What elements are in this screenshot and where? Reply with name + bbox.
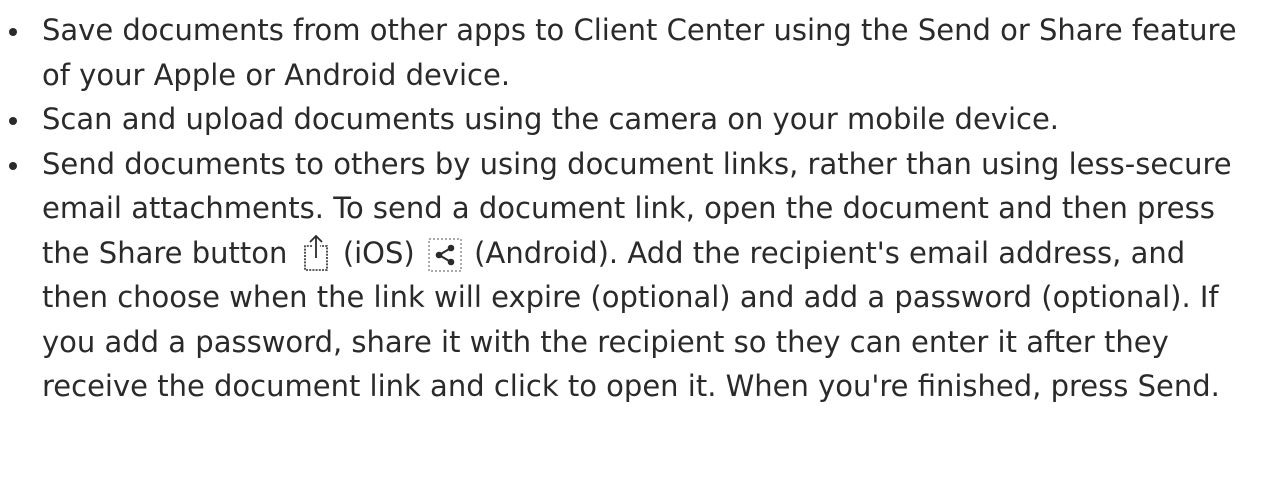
item-text: Scan and upload documents using the came… [42,102,1060,136]
android-label: (Android). [474,235,619,270]
bullet-icon [9,161,17,170]
item-text: Save documents from other apps to Client… [42,13,1237,92]
bullet-icon [9,117,17,125]
bullet-icon [9,28,17,36]
list-item: Scan and upload documents using the came… [0,97,1255,142]
list-item: Save documents from other apps to Client… [0,8,1255,97]
list-item: Send documents to others by using docume… [0,142,1255,409]
share-android-icon [428,237,462,272]
share-ios-icon [301,234,331,272]
help-document: Save documents from other apps to Client… [0,0,1275,478]
feature-list: Save documents from other apps to Client… [0,8,1255,409]
ios-label: (iOS) [342,235,415,270]
